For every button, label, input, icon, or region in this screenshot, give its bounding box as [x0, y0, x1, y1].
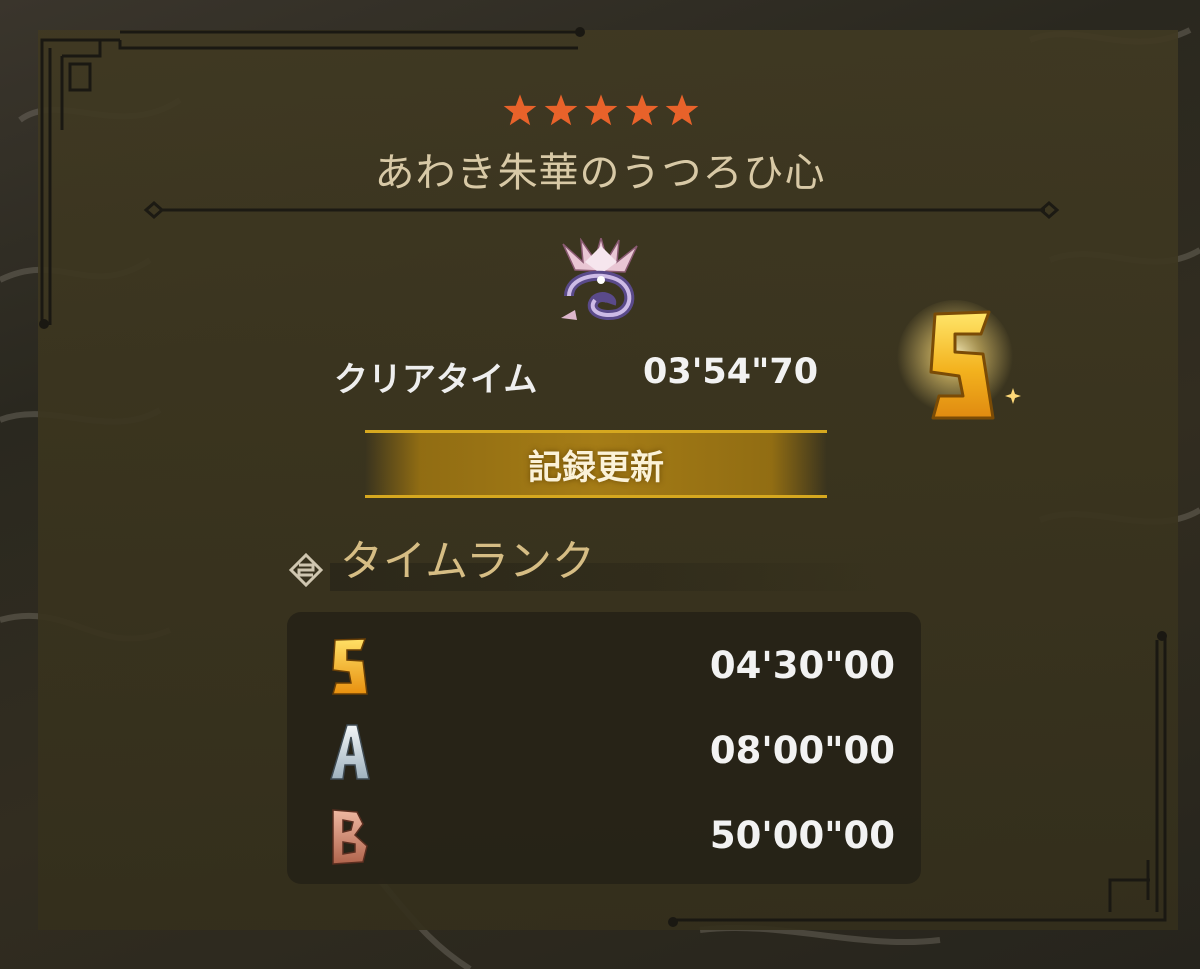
time-rank-heading: タイムランク — [340, 537, 595, 587]
clear-time-label: クリアタイム — [334, 360, 538, 400]
rank-row-s: 04'30"00 — [287, 626, 921, 706]
quest-title: あわき朱華のうつろひ心 — [374, 150, 826, 196]
record-update-banner: 記録更新 — [365, 430, 827, 498]
star-icon — [503, 94, 537, 126]
star-icon — [665, 94, 699, 126]
rank-s-icon — [332, 638, 368, 695]
rank-a-time: 08'00"00 — [709, 729, 895, 772]
difficulty-stars — [503, 93, 699, 127]
rank-s-badge-icon — [897, 300, 1021, 420]
rank-b-time: 50'00"00 — [709, 814, 895, 857]
time-rank-table: 04'30"00 08'00"00 50'00"00 — [287, 612, 921, 884]
star-icon — [544, 94, 577, 126]
section-emblem-icon — [288, 553, 324, 587]
rank-s-time: 04'30"00 — [709, 644, 895, 687]
rank-row-b: 50'00"00 — [287, 796, 921, 876]
mizutsune-icon — [561, 238, 638, 320]
star-icon — [584, 94, 618, 126]
rank-row-a: 08'00"00 — [287, 711, 921, 791]
record-update-label: 記録更新 — [528, 447, 664, 488]
rank-b-icon — [332, 809, 368, 865]
rank-a-icon — [329, 724, 370, 780]
clear-time-value: 03'54"70 — [643, 352, 819, 392]
star-icon — [625, 94, 658, 126]
